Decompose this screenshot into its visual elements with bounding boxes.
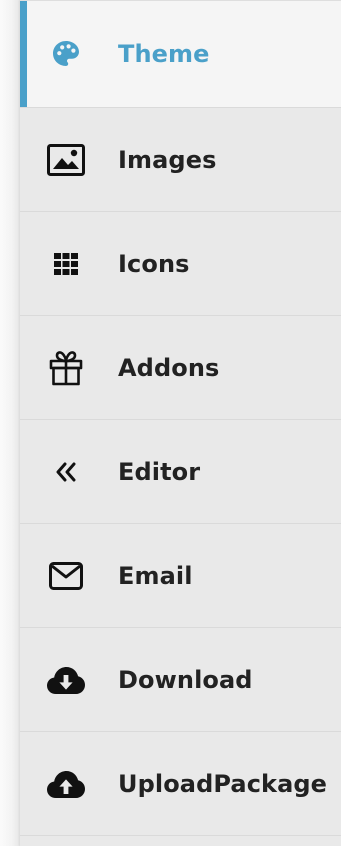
sidebar-item-addons[interactable]: Addons	[20, 316, 341, 420]
sidebar-item-label: UploadPackage	[118, 769, 328, 798]
sidebar-item-email[interactable]: Email	[20, 524, 341, 628]
sidebar-item-icons[interactable]: Icons	[20, 212, 341, 316]
sidebar-item-editor[interactable]: Editor	[20, 420, 341, 524]
sidebar-item-images[interactable]: Images	[20, 108, 341, 212]
sidebar-item-label: Theme	[118, 40, 210, 68]
sidebar-item-label: Addons	[118, 353, 220, 382]
sidebar-item-label: Editor	[118, 457, 201, 486]
cloud-upload-icon	[46, 766, 86, 802]
left-gutter	[0, 0, 20, 846]
sidebar-item-uploadpackage[interactable]: UploadPackage	[20, 732, 341, 836]
sidebar-item-label: Email	[118, 561, 193, 590]
sidebar-item-theme[interactable]: Theme	[20, 0, 341, 108]
image-icon	[46, 142, 86, 178]
palette-icon	[46, 36, 86, 72]
double-chevron-left-icon	[46, 454, 86, 490]
gift-icon	[46, 350, 86, 386]
envelope-icon	[46, 558, 86, 594]
sidebar-item-label: Images	[118, 145, 217, 174]
cloud-download-icon	[46, 662, 86, 698]
sidebar-item-download[interactable]: Download	[20, 628, 341, 732]
sidebar-nav: Theme Images Icons Addons Editor Email D…	[20, 0, 341, 846]
sidebar-item-label: Download	[118, 665, 253, 694]
sidebar-item-label: Icons	[118, 249, 190, 278]
grid-icon	[46, 246, 86, 282]
